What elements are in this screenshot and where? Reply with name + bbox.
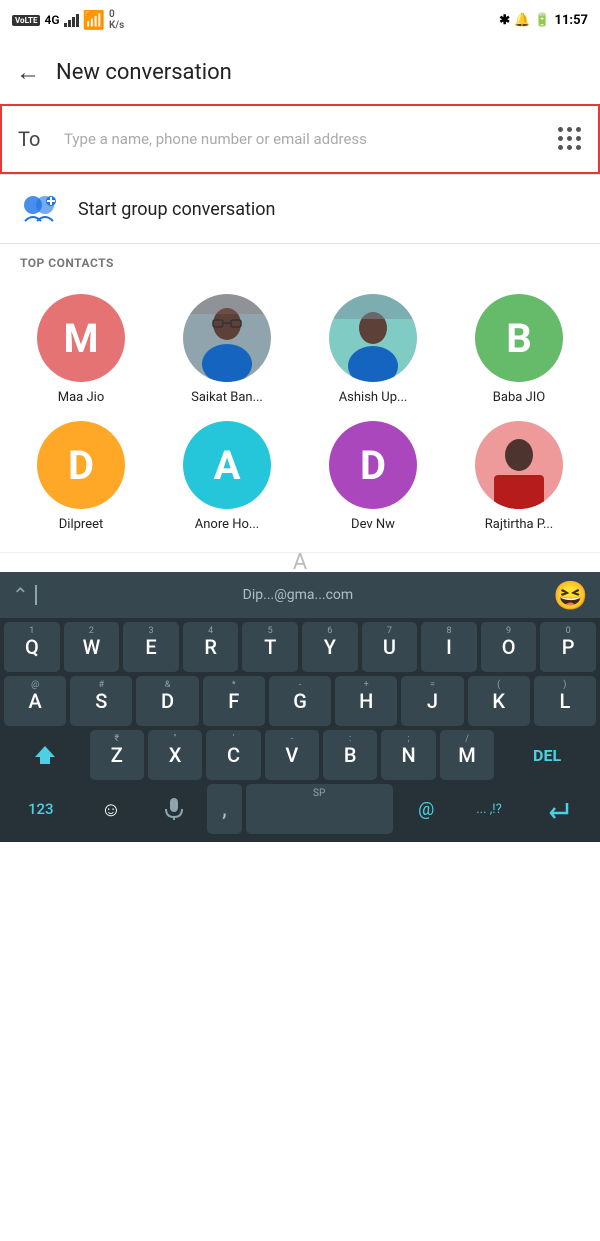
bluetooth-icon: ✱: [499, 13, 510, 28]
avatar-rajtirtha: [475, 421, 563, 509]
key-p[interactable]: 0P: [540, 622, 596, 672]
key-y[interactable]: 6Y: [302, 622, 358, 672]
key-d[interactable]: &D: [136, 676, 198, 726]
contact-name-saikat: Saikat Ban...: [191, 390, 263, 405]
at-key[interactable]: @: [397, 784, 456, 834]
page-title: New conversation: [56, 60, 232, 85]
contact-dilpreet[interactable]: D Dilpreet: [8, 413, 154, 540]
avatar-anore: A: [183, 421, 271, 509]
suggestion-bar: ⌃ Dip...@gma...com 😆: [0, 572, 600, 618]
contact-name-maa-jio: Maa Jio: [58, 390, 104, 405]
app-bar: ← New conversation: [0, 40, 600, 104]
key-i[interactable]: 8I: [421, 622, 477, 672]
avatar-maa-jio: M: [37, 294, 125, 382]
keyboard-row-1: 1Q 2W 3E 4R 5T 6Y 7U 8I 9O 0P: [4, 622, 596, 672]
enter-key[interactable]: [522, 784, 596, 834]
back-button[interactable]: ←: [16, 58, 40, 87]
suggestion-text[interactable]: Dip...@gma...com: [43, 587, 553, 603]
avatar-saikat: [183, 294, 271, 382]
time: 11:57: [555, 13, 589, 28]
to-label: To: [18, 127, 50, 151]
keyboard-chevron-up[interactable]: ⌃: [12, 583, 29, 607]
mic-key[interactable]: [144, 784, 203, 834]
key-j[interactable]: =J: [401, 676, 463, 726]
status-left: VoLTE 4G 📶 0K/s: [12, 9, 124, 31]
contact-anore[interactable]: A Anore Ho...: [154, 413, 300, 540]
wifi-icon: 📶: [83, 10, 105, 31]
top-contacts-header: TOP CONTACTS: [0, 244, 600, 278]
space-key[interactable]: SP: [246, 784, 393, 834]
key-k[interactable]: (K: [468, 676, 530, 726]
contact-name-rajtirtha: Rajtirtha P...: [485, 517, 553, 532]
emoji-suggestion[interactable]: 😆: [553, 579, 588, 612]
status-right: ✱ 🔔 🔋 11:57: [499, 13, 588, 28]
avatar-dev: D: [329, 421, 417, 509]
scroll-hint: A: [0, 552, 600, 572]
group-label: Start group conversation: [78, 199, 275, 220]
contact-baba-jio[interactable]: B Baba JIO: [446, 286, 592, 413]
keyboard-rows: 1Q 2W 3E 4R 5T 6Y 7U 8I 9O 0P @A #S &D *…: [0, 618, 600, 842]
alarm-icon: 🔔: [514, 13, 530, 28]
avatar-ashish: [329, 294, 417, 382]
to-field-container[interactable]: To Type a name, phone number or email ad…: [0, 104, 600, 174]
key-n[interactable]: ;N: [381, 730, 435, 780]
avatar-baba-jio: B: [475, 294, 563, 382]
group-icon: [20, 191, 60, 227]
contacts-grid-button[interactable]: [558, 127, 582, 151]
key-l[interactable]: )L: [534, 676, 596, 726]
keyboard-row-2: @A #S &D *F -G +H =J (K )L: [4, 676, 596, 726]
keyboard-row-4: 123 ☺ , SP @ ... ,!?: [4, 784, 596, 834]
network-type: 4G: [44, 13, 59, 27]
key-o[interactable]: 9O: [481, 622, 537, 672]
key-g[interactable]: -G: [269, 676, 331, 726]
key-m[interactable]: /M: [440, 730, 494, 780]
delete-key[interactable]: DEL: [498, 730, 596, 780]
num-key[interactable]: 123: [4, 784, 78, 834]
data-counter: 0K/s: [109, 9, 124, 31]
key-q[interactable]: 1Q: [4, 622, 60, 672]
comma-key[interactable]: ,: [207, 784, 241, 834]
key-v[interactable]: -V: [265, 730, 319, 780]
contact-maa-jio[interactable]: M Maa Jio: [8, 286, 154, 413]
shift-key[interactable]: [4, 730, 86, 780]
contact-name-dilpreet: Dilpreet: [59, 517, 103, 532]
key-x[interactable]: "X: [148, 730, 202, 780]
key-f[interactable]: *F: [203, 676, 265, 726]
contact-rajtirtha[interactable]: Rajtirtha P...: [446, 413, 592, 540]
contact-ashish[interactable]: Ashish Up...: [300, 286, 446, 413]
signal-bars: [64, 14, 79, 27]
key-a[interactable]: @A: [4, 676, 66, 726]
key-u[interactable]: 7U: [362, 622, 418, 672]
contact-name-baba-jio: Baba JIO: [493, 390, 545, 405]
key-t[interactable]: 5T: [242, 622, 298, 672]
recipient-input[interactable]: Type a name, phone number or email addre…: [64, 129, 546, 150]
contact-name-anore: Anore Ho...: [195, 517, 259, 532]
emoji-key[interactable]: ☺: [82, 784, 141, 834]
battery-icon: 🔋: [534, 13, 550, 28]
key-e[interactable]: 3E: [123, 622, 179, 672]
contact-name-dev: Dev Nw: [351, 517, 395, 532]
contact-dev[interactable]: D Dev Nw: [300, 413, 446, 540]
keyboard: ⌃ Dip...@gma...com 😆 1Q 2W 3E 4R 5T 6Y 7…: [0, 572, 600, 842]
contacts-grid: M Maa Jio Saikat Ban...: [0, 278, 600, 552]
keyboard-row-3: ₹Z "X 'C -V :B ;N /M DEL: [4, 730, 596, 780]
contact-name-ashish: Ashish Up...: [339, 390, 408, 405]
status-bar: VoLTE 4G 📶 0K/s ✱ 🔔 🔋 11:57: [0, 0, 600, 40]
key-h[interactable]: +H: [335, 676, 397, 726]
volte-badge: VoLTE: [12, 15, 40, 26]
key-z[interactable]: ₹Z: [90, 730, 144, 780]
key-r[interactable]: 4R: [183, 622, 239, 672]
key-b[interactable]: :B: [323, 730, 377, 780]
start-group-conversation[interactable]: Start group conversation: [0, 175, 600, 243]
key-w[interactable]: 2W: [64, 622, 120, 672]
cursor-indicator: [35, 585, 37, 605]
punctuation-key[interactable]: ... ,!?: [460, 784, 519, 834]
key-s[interactable]: #S: [70, 676, 132, 726]
key-c[interactable]: 'C: [206, 730, 260, 780]
avatar-dilpreet: D: [37, 421, 125, 509]
contact-saikat[interactable]: Saikat Ban...: [154, 286, 300, 413]
